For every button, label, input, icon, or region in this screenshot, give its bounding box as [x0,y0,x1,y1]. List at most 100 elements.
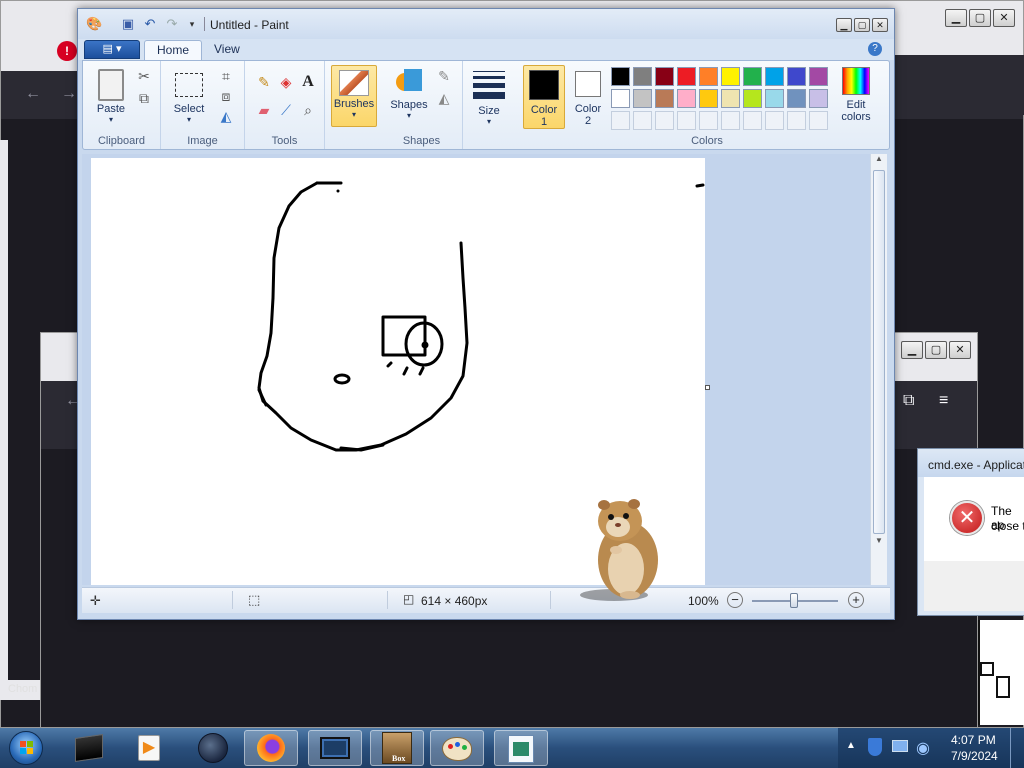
text-icon[interactable]: A [299,73,317,91]
volume-icon[interactable]: ◉ [916,738,930,758]
menu-icon[interactable]: ≡ [939,391,948,411]
show-hidden-icons[interactable]: ▲ [846,740,856,751]
taskbar-firefox[interactable] [244,730,298,766]
maximize-button[interactable]: ▢ [969,9,991,27]
customize-quick-access-icon[interactable]: ▾ [184,16,200,32]
undo-icon[interactable]: ↶ [142,16,158,32]
color-swatch[interactable] [611,67,630,86]
color-swatch[interactable] [721,67,740,86]
show-desktop-button[interactable] [1010,728,1024,768]
close-button[interactable]: ✕ [949,341,971,359]
outline-icon[interactable]: ✎ [435,67,453,85]
resize-icon[interactable]: ⧈ [217,87,235,105]
taskbar-window[interactable] [308,730,362,766]
color-swatch[interactable] [765,67,784,86]
zoom-in-button[interactable]: + [848,592,864,608]
shapes-button[interactable]: Shapes ▾ [387,65,431,135]
network-icon[interactable] [892,740,908,752]
canvas-size-text: 614 × 460px [421,594,488,608]
fill-shape-icon[interactable]: ◭ [435,89,453,107]
security-shield-icon[interactable] [868,738,882,756]
left-window-body [8,140,40,680]
hamster-desktop-pet[interactable] [580,495,660,605]
color-picker-icon[interactable]: ⟋ [277,101,295,119]
close-button[interactable]: ✕ [872,18,888,32]
color-swatch[interactable] [611,89,630,108]
minimize-button[interactable]: ▁ [945,9,967,27]
custom-color-swatch[interactable] [743,111,762,130]
forward-arrow-icon[interactable]: → [61,84,77,104]
scroll-down-icon[interactable]: ▼ [871,536,887,550]
color-swatch[interactable] [677,67,696,86]
color-swatch[interactable] [633,89,652,108]
color-swatch[interactable] [787,67,806,86]
brushes-button[interactable]: Brushes ▾ [331,65,377,127]
custom-color-swatch[interactable] [721,111,740,130]
close-button[interactable]: ✕ [993,9,1015,27]
color-swatch[interactable] [743,89,762,108]
color-swatch[interactable] [743,67,762,86]
paste-button[interactable]: Paste ▾ [91,65,131,135]
color-swatch[interactable] [699,89,718,108]
clock-time[interactable]: 4:07 PM [951,733,996,747]
custom-color-swatch[interactable] [677,111,696,130]
minimize-button[interactable]: ▁ [901,341,923,359]
zoom-out-button[interactable]: − [727,592,743,608]
color-swatch[interactable] [655,89,674,108]
color-swatch[interactable] [809,89,828,108]
help-icon[interactable]: ? [868,42,882,56]
redo-icon[interactable]: ↷ [164,16,180,32]
color-swatch[interactable] [809,67,828,86]
tab-view[interactable]: View [202,40,252,60]
color-swatch[interactable] [721,89,740,108]
maximize-button[interactable]: ▢ [925,341,947,359]
color-swatch[interactable] [633,67,652,86]
color1-button[interactable]: Color 1 [523,65,565,129]
scroll-up-icon[interactable]: ▲ [871,154,887,168]
size-button[interactable]: Size ▾ [467,65,511,135]
canvas-resize-handle[interactable] [705,385,710,390]
start-button[interactable] [6,730,46,766]
shapes-icon [394,69,424,97]
fill-icon[interactable]: ◈ [277,73,295,91]
magnifier-icon[interactable]: ⌕ [299,101,317,119]
edit-colors-button[interactable]: Edit colors [833,65,879,129]
color-swatch[interactable] [765,89,784,108]
vertical-scrollbar[interactable]: ▲ ▼ [870,154,887,585]
custom-color-swatch[interactable] [611,111,630,130]
rotate-icon[interactable]: ◭ [217,107,235,125]
save-icon[interactable]: ▣ [120,16,136,32]
custom-color-swatch[interactable] [633,111,652,130]
scroll-thumb[interactable] [873,170,885,534]
color-swatch[interactable] [655,67,674,86]
color-swatch[interactable] [699,67,718,86]
crop-icon[interactable]: ⌗ [217,67,235,85]
back-arrow-icon[interactable]: ← [25,84,41,104]
select-button[interactable]: Select ▾ [167,65,211,135]
pencil-icon[interactable]: ✎ [255,73,273,91]
tab-home[interactable]: Home [144,40,203,60]
maximize-button[interactable]: ▢ [854,18,870,32]
taskbar-paint[interactable] [430,730,484,766]
clock-date[interactable]: 7/9/2024 [951,749,998,763]
taskbar-hamster-box[interactable]: Box [370,730,424,766]
color-swatch[interactable] [787,89,806,108]
taskbar-notepad[interactable] [494,730,548,766]
eraser-icon[interactable]: ▰ [255,101,273,119]
extensions-icon[interactable]: ⧉ [903,391,914,411]
color-swatch[interactable] [677,89,696,108]
custom-color-swatch[interactable] [787,111,806,130]
color2-button[interactable]: Color 2 [567,65,609,129]
zoom-slider-thumb[interactable] [790,593,798,608]
custom-color-swatch[interactable] [699,111,718,130]
custom-color-swatch[interactable] [765,111,784,130]
paint-menu-button[interactable]: ▤ ▾ [84,40,140,59]
taskbar-media-player[interactable]: ▶ [122,730,176,766]
copy-icon[interactable]: ⧉ [135,89,153,107]
custom-color-swatch[interactable] [655,111,674,130]
minimize-button[interactable]: ▁ [836,18,852,32]
cut-icon[interactable]: ✂ [135,67,153,85]
taskbar-globe[interactable] [186,730,240,766]
custom-color-swatch[interactable] [809,111,828,130]
taskbar-terminal[interactable] [62,730,116,766]
